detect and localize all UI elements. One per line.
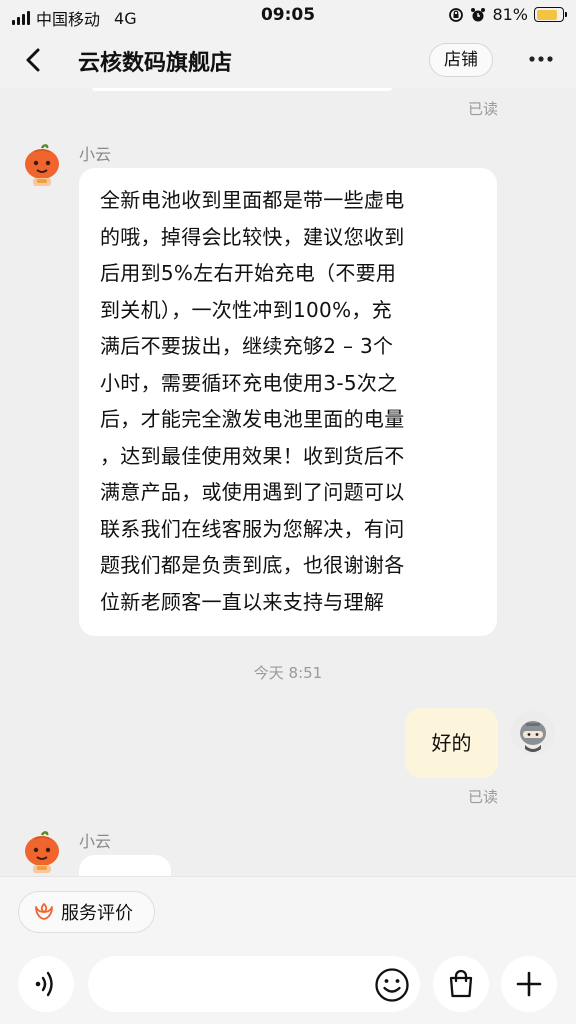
message-line: 题我们都是负责到底，也很谢谢各 <box>100 553 405 577</box>
pumpkin-mascot-icon <box>25 831 59 873</box>
message-line: 后用到5%左右开始充电（不要用 <box>100 261 397 285</box>
battery-level <box>536 9 557 20</box>
rotation-lock-icon <box>449 7 464 22</box>
message-line: 满意产品，或使用遇到了问题可以 <box>100 480 405 504</box>
more-actions-button[interactable] <box>501 956 557 1012</box>
read-receipt: 已读 <box>468 788 499 806</box>
avatar[interactable] <box>22 831 62 875</box>
chevron-left-icon <box>26 48 40 72</box>
service-rating-button[interactable]: 服务评价 <box>18 891 155 933</box>
message-line: 的哦，掉得会比较快，建议您收到 <box>100 224 405 249</box>
back-button[interactable] <box>18 44 50 76</box>
time-divider: 今天 8:51 <box>253 664 323 682</box>
message-bubble[interactable]: 全新电池收到里面都是带一些虚电 的哦，掉得会比较快，建议您收到 后用到5%左右开始充… <box>79 168 497 636</box>
nav-header: 云核数码旗舰店 店铺 <box>0 32 576 88</box>
shopping-bag-button[interactable] <box>433 956 489 1012</box>
smile-icon <box>375 968 409 1002</box>
message-input[interactable] <box>108 956 368 1012</box>
chat-list[interactable]: 已读 小云 全新电池收到里面都是带一些虚电 的哦，掉得会比较快，建议您收到 后用到5… <box>0 88 576 876</box>
message-text: 全新电池收到里面都是带一些虚电 的哦，掉得会比较快，建议您收到 后用到5%左右开始充… <box>100 182 497 620</box>
avatar[interactable] <box>22 144 62 188</box>
more-dots-icon <box>529 56 553 62</box>
message-bubble[interactable] <box>79 855 171 876</box>
battery-percent: 81% <box>492 5 528 24</box>
pumpkin-mascot-icon <box>25 144 59 186</box>
message-input-box[interactable] <box>88 956 420 1012</box>
alarm-icon <box>471 7 486 21</box>
message-line: 位新老顾客一直以来支持与理解 <box>100 589 385 614</box>
message-line: 小时，需要循环充电使用3-5次之 <box>100 370 398 395</box>
shop-button[interactable]: 店铺 <box>429 43 493 77</box>
shopping-bag-icon <box>449 969 473 998</box>
message-line: 满后不要拔出，继续充够2 – 3个 <box>100 334 394 358</box>
my-message-bubble[interactable]: 好的 <box>405 708 498 778</box>
message-line: ，达到最佳使用效果！收到货后不 <box>100 443 405 468</box>
ninja-avatar-icon <box>511 711 555 755</box>
battery-icon <box>534 7 567 22</box>
service-rating-label: 服务评价 <box>61 903 133 924</box>
voice-button[interactable] <box>18 956 74 1012</box>
sender-name: 小云 <box>79 832 112 851</box>
message-line: 联系我们在线客服为您解决，有问 <box>100 516 405 541</box>
emoji-button[interactable] <box>372 965 412 1005</box>
message-line: 到关机），一次性冲到100%，充 <box>100 297 392 322</box>
plus-icon <box>516 971 542 997</box>
previous-bubble-edge <box>92 88 392 91</box>
status-bar: 中国移动 4G 09:05 81% <box>0 0 576 32</box>
more-button[interactable] <box>522 44 560 76</box>
sender-name: 小云 <box>79 145 112 164</box>
page-title: 云核数码旗舰店 <box>78 51 233 76</box>
voice-icon <box>35 971 53 997</box>
message-line: 全新电池收到里面都是带一些虚电 <box>100 188 405 212</box>
my-avatar[interactable] <box>511 711 555 755</box>
input-panel: 服务评价 <box>0 876 576 1024</box>
read-receipt: 已读 <box>468 100 499 118</box>
flower-icon <box>35 903 53 920</box>
message-line: 后，才能完全激发电池里面的电量 <box>100 407 405 431</box>
status-right: 81% <box>448 5 567 24</box>
